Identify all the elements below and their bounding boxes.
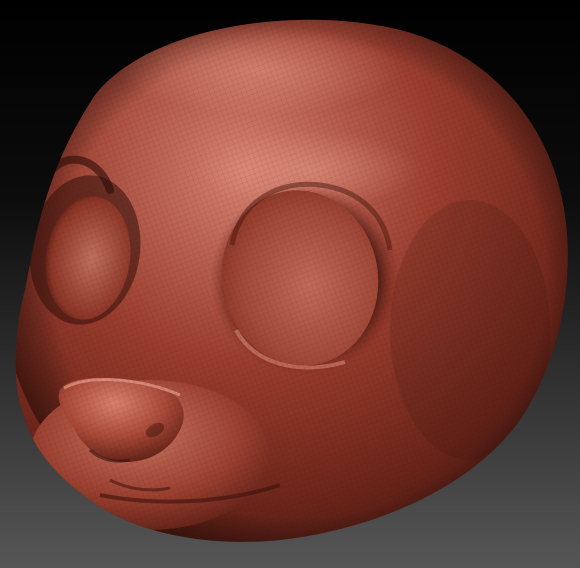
sculpt-render (0, 0, 580, 568)
viewport-canvas (0, 0, 580, 568)
